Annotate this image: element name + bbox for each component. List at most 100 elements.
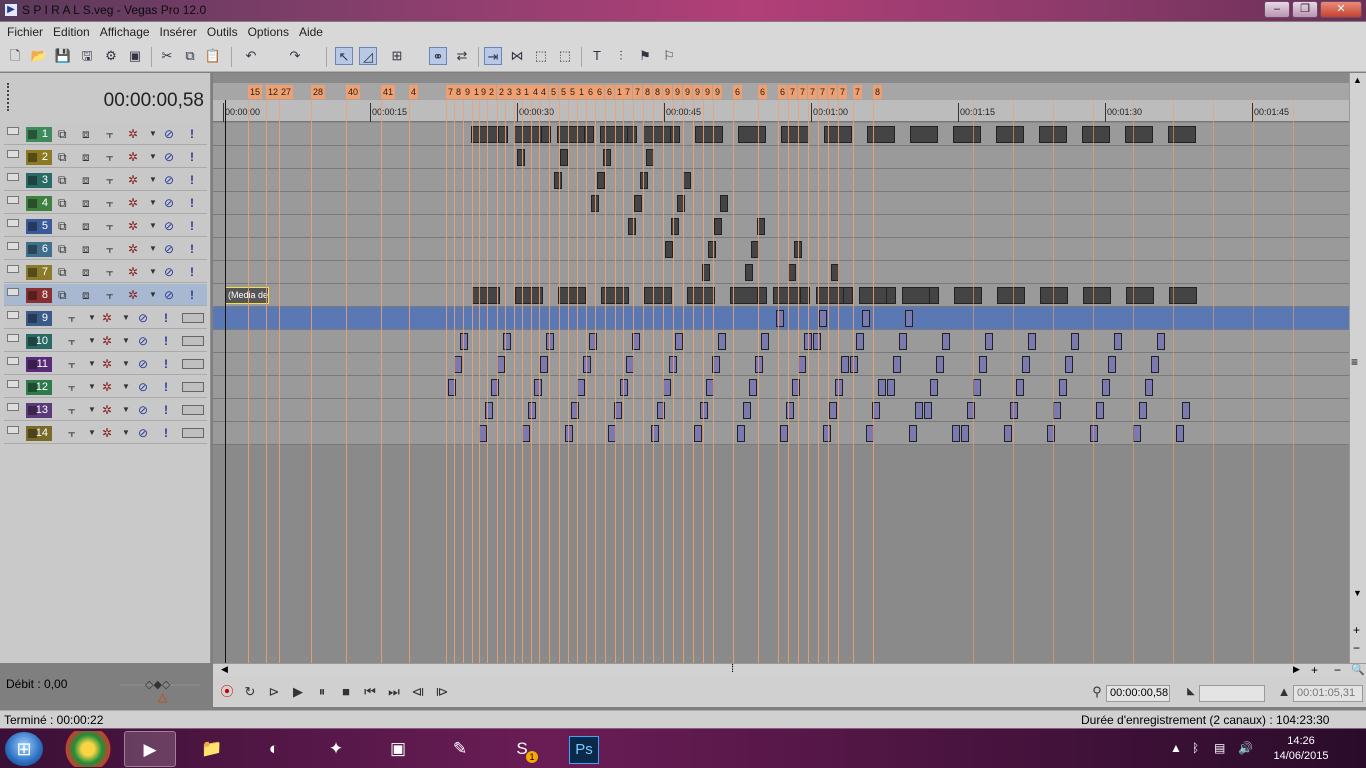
solo-icon[interactable]: ! bbox=[164, 356, 168, 372]
track-minimize-icon[interactable] bbox=[7, 242, 19, 250]
media-clip[interactable] bbox=[841, 356, 849, 373]
track-minimize-icon[interactable] bbox=[7, 426, 19, 434]
media-clip[interactable] bbox=[899, 333, 907, 350]
zoom-out-horizontal-icon[interactable]: − bbox=[1334, 663, 1341, 677]
marker-flag[interactable]: 8 bbox=[653, 85, 663, 99]
marker-flag[interactable]: 8 bbox=[643, 85, 653, 99]
track-header-13[interactable]: 13 ⫟ ▼ ✲ ▼ ⊘! bbox=[4, 399, 207, 421]
track-fx-icon[interactable]: ✲ bbox=[102, 402, 112, 418]
fx-dropdown-icon[interactable]: ▼ bbox=[149, 126, 157, 142]
auto-ripple-icon[interactable]: ⚭ bbox=[429, 47, 447, 65]
menu-fichier[interactable]: Fichier bbox=[2, 25, 48, 39]
vertical-scrollbar[interactable]: ▲ ≡ ▼ + − bbox=[1349, 73, 1366, 663]
solo-icon[interactable]: ! bbox=[190, 287, 194, 303]
solo-icon[interactable]: ! bbox=[190, 126, 194, 142]
media-clip[interactable] bbox=[1151, 356, 1159, 373]
fx-dropdown-icon[interactable]: ▼ bbox=[149, 195, 157, 211]
track-lane-4[interactable] bbox=[213, 192, 1350, 215]
media-clip[interactable] bbox=[634, 195, 642, 212]
marker-flag[interactable]: 8 bbox=[454, 85, 464, 99]
media-clip[interactable] bbox=[472, 287, 500, 304]
media-clip[interactable] bbox=[887, 379, 895, 396]
menu-aide[interactable]: Aide bbox=[294, 25, 328, 39]
fx-dropdown-icon[interactable]: ▼ bbox=[149, 287, 157, 303]
track-fx-icon[interactable]: ✲ bbox=[128, 264, 138, 280]
media-clip[interactable] bbox=[1108, 356, 1116, 373]
media-clip[interactable] bbox=[1053, 402, 1061, 419]
volume-dropdown-icon[interactable]: ▼ bbox=[88, 356, 96, 372]
track-header-1[interactable]: 1 ⧉ ⧈ ⫟ ✲ ▼ ⊘! bbox=[4, 123, 207, 145]
volume-dropdown-icon[interactable]: ▼ bbox=[88, 425, 96, 441]
bluetooth-icon[interactable]: ᛒ bbox=[1192, 741, 1199, 755]
media-clip[interactable] bbox=[540, 356, 548, 373]
scroll-down-icon[interactable]: ▼ bbox=[1353, 588, 1362, 598]
media-clip[interactable] bbox=[798, 356, 806, 373]
level-fader-icon[interactable]: ⫟ bbox=[106, 241, 113, 257]
media-clip[interactable] bbox=[909, 425, 917, 442]
media-clip[interactable] bbox=[522, 425, 530, 442]
media-clip[interactable] bbox=[665, 241, 673, 258]
marker-flag[interactable]: 27 bbox=[279, 85, 294, 99]
marker-flag[interactable]: 6 bbox=[605, 85, 615, 99]
marker-icon[interactable]: ⚑ bbox=[636, 47, 654, 65]
new-file-icon[interactable]: 🗋 bbox=[6, 47, 24, 65]
track-lane-3[interactable] bbox=[213, 169, 1350, 192]
solo-icon[interactable]: ! bbox=[164, 379, 168, 395]
marker-flag[interactable]: 8 bbox=[873, 85, 883, 99]
volume-fader-icon[interactable]: ⫟ bbox=[68, 425, 75, 441]
media-clip[interactable] bbox=[640, 172, 648, 189]
selection-tool-icon[interactable]: ⬚ bbox=[532, 47, 550, 65]
media-clip[interactable] bbox=[1028, 333, 1036, 350]
media-clip[interactable] bbox=[936, 356, 944, 373]
selection-end-field[interactable]: 00:01:05,31 bbox=[1293, 685, 1363, 702]
device-icon[interactable]: ▤ bbox=[1214, 741, 1225, 755]
go-to-start-icon[interactable]: ⏮ bbox=[361, 683, 379, 701]
track-minimize-icon[interactable] bbox=[7, 150, 19, 158]
track-lane-5[interactable] bbox=[213, 215, 1350, 238]
track-lanes[interactable]: (Media de bbox=[213, 123, 1350, 445]
properties-icon[interactable]: ▣ bbox=[126, 47, 144, 65]
media-clip[interactable] bbox=[1083, 287, 1111, 304]
fx-dropdown-icon[interactable]: ▼ bbox=[122, 356, 130, 372]
composite-mode-icon[interactable]: ⧉ bbox=[58, 172, 67, 188]
track-motion-icon[interactable]: ⧈ bbox=[82, 172, 90, 188]
media-clip[interactable] bbox=[862, 310, 870, 327]
media-clip[interactable] bbox=[471, 126, 499, 143]
copy-icon[interactable]: ⧉ bbox=[181, 47, 199, 65]
media-clip[interactable] bbox=[905, 310, 913, 327]
play-icon[interactable]: ▶ bbox=[289, 683, 307, 701]
clock[interactable]: 14:26 14/06/2015 bbox=[1266, 734, 1336, 764]
track-minimize-icon[interactable] bbox=[7, 380, 19, 388]
media-clip[interactable] bbox=[663, 379, 671, 396]
track-lane-12[interactable] bbox=[213, 376, 1350, 399]
media-clip[interactable] bbox=[1022, 356, 1030, 373]
marker-flag[interactable]: 9 bbox=[693, 85, 703, 99]
scroll-up-icon[interactable]: ▲ bbox=[1353, 75, 1362, 85]
media-clip[interactable] bbox=[479, 425, 487, 442]
meter-slider[interactable] bbox=[182, 359, 204, 369]
marker-flag[interactable]: 7 bbox=[818, 85, 828, 99]
media-clip[interactable] bbox=[720, 195, 728, 212]
media-clip[interactable] bbox=[961, 425, 969, 442]
media-clip[interactable] bbox=[560, 149, 568, 166]
zoom-tool-icon[interactable]: 🔍 bbox=[1351, 663, 1365, 676]
media-clip[interactable] bbox=[730, 287, 758, 304]
scroll-left-icon[interactable]: ◀ bbox=[221, 664, 228, 675]
track-minimize-icon[interactable] bbox=[7, 173, 19, 181]
track-header-14[interactable]: 14 ⫟ ▼ ✲ ▼ ⊘! bbox=[4, 422, 207, 444]
track-lane-2[interactable] bbox=[213, 146, 1350, 169]
marker-flag[interactable]: 41 bbox=[381, 85, 396, 99]
media-clip[interactable] bbox=[534, 379, 542, 396]
fx-dropdown-icon[interactable]: ▼ bbox=[122, 333, 130, 349]
meter-slider[interactable] bbox=[182, 428, 204, 438]
marker-flag[interactable]: 6 bbox=[778, 85, 788, 99]
track-header-5[interactable]: 5 ⧉ ⧈ ⫟ ✲ ▼ ⊘! bbox=[4, 215, 207, 237]
stop-icon[interactable]: ■ bbox=[337, 683, 355, 701]
track-header-4[interactable]: 4 ⧉ ⧈ ⫟ ✲ ▼ ⊘! bbox=[4, 192, 207, 214]
media-clip[interactable] bbox=[835, 379, 843, 396]
track-lane-13[interactable] bbox=[213, 399, 1350, 422]
media-clip-selected[interactable]: (Media de bbox=[225, 287, 269, 304]
marker-flag[interactable]: 7 bbox=[798, 85, 808, 99]
media-clip[interactable] bbox=[1059, 379, 1067, 396]
next-frame-icon[interactable]: ⧐ bbox=[433, 683, 451, 701]
